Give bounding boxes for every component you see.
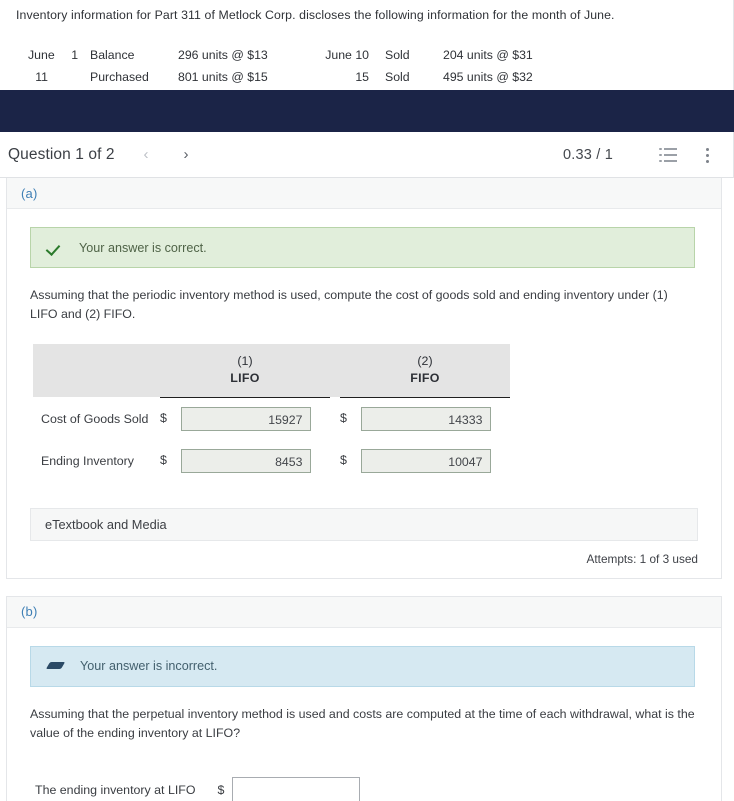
inv-month-label: June (28, 48, 55, 62)
inv-quantity-cell: 296 units @ $13 (178, 48, 268, 62)
row-label-cost-of-goods-sold: Cost of Goods Sold (41, 411, 149, 426)
inv-quantity-cell: 801 units @ $15 (178, 70, 268, 84)
part-b-prompt: Assuming that the perpetual inventory me… (30, 706, 695, 741)
part-b-answer-row: The ending inventory at LIFO $ (35, 777, 701, 801)
table-row: Ending Inventory $ 8453 $ 10047 (33, 440, 510, 482)
header-fifo-method: FIFO (410, 371, 440, 386)
header-lifo-method: LIFO (230, 371, 260, 386)
question-counter-label: Question 1 of 2 (8, 145, 115, 163)
inventory-information-table: June 1 Balance 296 units @ $13 June 10 S… (28, 44, 533, 88)
ending-inventory-lifo-answer-input[interactable] (232, 777, 361, 801)
table-row: 11 Purchased 801 units @ $15 15 Sold 495… (28, 66, 533, 88)
ending-inventory-fifo-input[interactable]: 10047 (361, 448, 492, 473)
currency-symbol: $ (340, 453, 347, 468)
header-blank-cell (33, 344, 160, 398)
check-icon (47, 239, 65, 257)
inv-day-label: 1 (71, 48, 79, 62)
eraser-icon (45, 657, 67, 675)
header-fifo-number: (2) (417, 354, 433, 369)
table-header-row: (1) LIFO (2) FIFO (33, 344, 510, 398)
part-b-body: Your answer is incorrect. Assuming that … (7, 628, 721, 801)
header-gap-cell (330, 344, 340, 398)
problem-intro-text: Inventory information for Part 311 of Me… (16, 8, 615, 22)
cogs-fifo-input[interactable]: 14333 (361, 406, 492, 431)
cogs-lifo-input[interactable]: 15927 (181, 406, 312, 431)
question-list-icon[interactable] (659, 146, 679, 164)
inv-date2-cell: 15 (355, 70, 369, 84)
table-row: Cost of Goods Sold $ 15927 $ 14333 (33, 397, 510, 440)
spacer-cell (330, 440, 340, 482)
inv-action2-cell: Sold (385, 70, 410, 84)
inv-quantity2-cell: 204 units @ $31 (443, 48, 533, 62)
inv-action2-cell: Sold (385, 48, 410, 62)
next-question-button[interactable]: › (174, 143, 198, 167)
ending-inventory-lifo-label: The ending inventory at LIFO (35, 782, 196, 797)
header-lifo-column: (1) LIFO (160, 344, 330, 398)
part-a-letter: (a) (21, 185, 38, 201)
currency-symbol: $ (340, 411, 347, 426)
attempts-status-text: Attempts: 1 of 3 used (586, 551, 698, 566)
question-toolbar: Question 1 of 2 ‹ › 0.33 / 1 (0, 132, 734, 178)
ending-inventory-lifo-cell: $ 8453 (160, 440, 330, 482)
inv-action-cell: Purchased (90, 70, 149, 84)
inv-action-cell: Balance (90, 48, 135, 62)
currency-symbol: $ (160, 411, 167, 426)
lifo-fifo-answer-table: (1) LIFO (2) FIFO Cost of Goods Sold $ 1… (33, 344, 510, 481)
correct-answer-banner: Your answer is correct. (30, 227, 695, 268)
etextbook-and-media-button[interactable]: eTextbook and Media (30, 507, 698, 541)
header-fifo-column: (2) FIFO (340, 344, 510, 398)
previous-question-button[interactable]: ‹ (134, 143, 158, 167)
score-display: 0.33 / 1 (563, 146, 613, 163)
table-row: June 1 Balance 296 units @ $13 June 10 S… (28, 44, 533, 66)
part-a-body: Your answer is correct. Assuming that th… (7, 209, 721, 566)
currency-symbol: $ (217, 782, 225, 797)
currency-symbol: $ (160, 453, 167, 468)
part-a-card: (a) Your answer is correct. Assuming tha… (6, 178, 722, 579)
inv-day-label: 11 (35, 70, 48, 84)
incorrect-banner-text: Your answer is incorrect. (80, 659, 218, 674)
inv-date2-cell: June 10 (325, 48, 369, 62)
overflow-menu-icon[interactable] (699, 146, 715, 164)
inv-date-cell: June 1 (28, 44, 90, 66)
ending-inventory-lifo-input[interactable]: 8453 (181, 448, 312, 473)
part-a-prompt: Assuming that the periodic inventory met… (30, 288, 668, 322)
spacer-cell (330, 397, 340, 440)
part-b-card: (b) Your answer is incorrect. Assuming t… (6, 595, 722, 801)
correct-banner-text: Your answer is correct. (79, 240, 207, 255)
inv-quantity2-cell: 495 units @ $32 (443, 70, 533, 84)
cogs-fifo-cell: $ 14333 (340, 397, 510, 440)
part-b-letter: (b) (21, 604, 38, 620)
cogs-lifo-cell: $ 15927 (160, 397, 330, 440)
part-b-header: (b) (7, 596, 721, 628)
app-header-band (0, 90, 734, 132)
header-lifo-number: (1) (237, 354, 253, 369)
ending-inventory-fifo-cell: $ 10047 (340, 440, 510, 482)
inv-date-cell: 11 (28, 66, 90, 88)
row-label-ending-inventory: Ending Inventory (41, 453, 134, 468)
incorrect-answer-banner: Your answer is incorrect. (30, 645, 695, 687)
problem-statement-region: Inventory information for Part 311 of Me… (0, 0, 734, 90)
part-a-header: (a) (7, 178, 721, 209)
